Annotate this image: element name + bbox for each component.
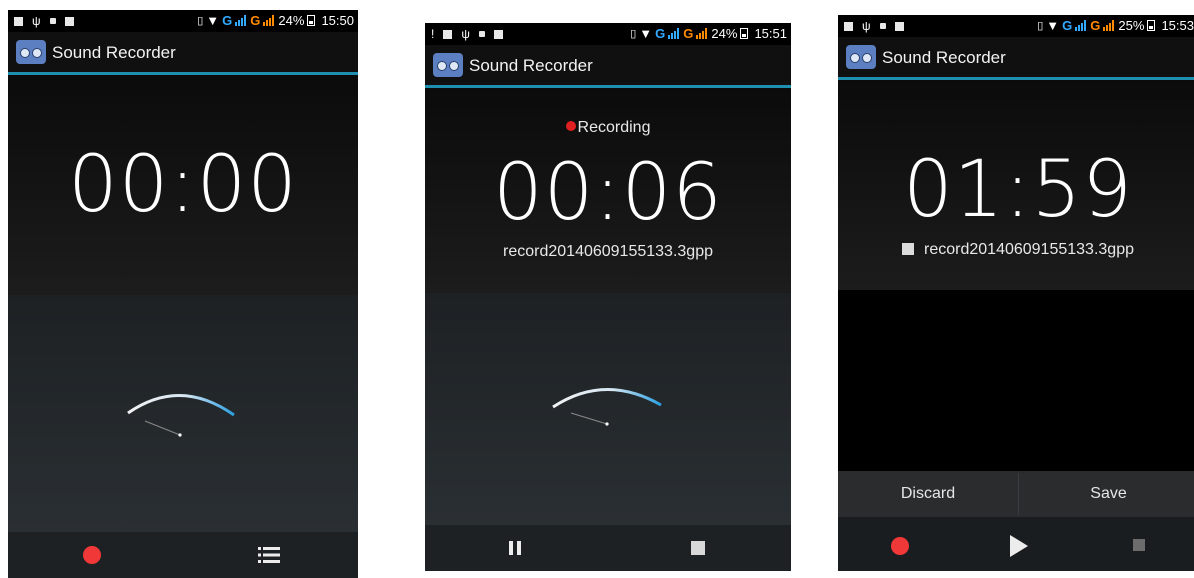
- network-type-icon: G: [222, 13, 233, 28]
- recording-indicator: Recording: [425, 119, 791, 137]
- alert-icon: !: [431, 27, 435, 41]
- discard-save-bar: Discard Save: [838, 471, 1194, 517]
- vu-meter-icon: [127, 394, 235, 437]
- discard-button[interactable]: Discard: [838, 471, 1018, 517]
- control-bar: [8, 532, 358, 578]
- app-title: Sound Recorder: [882, 48, 1006, 67]
- lock-icon: [478, 31, 485, 37]
- app-title: Sound Recorder: [52, 43, 176, 62]
- signal-icon: [1075, 20, 1087, 31]
- control-bar: [838, 517, 1194, 571]
- action-bar: Sound Recorder: [425, 45, 791, 88]
- app-icon[interactable]: [433, 53, 463, 77]
- network-type-icon: G: [1062, 18, 1073, 33]
- usb-icon: ψ: [32, 14, 41, 28]
- network-type-icon-2: G: [683, 26, 694, 41]
- app-icon[interactable]: [16, 40, 46, 64]
- sd-card-icon: [493, 29, 503, 39]
- lock-icon: [49, 18, 56, 24]
- recording-label: Recording: [577, 119, 651, 136]
- battery-icon: [1147, 20, 1156, 31]
- status-bar: ψ ▯ ▼ G G 25% 15:53: [838, 15, 1194, 37]
- usb-icon: ψ: [461, 27, 470, 41]
- lock-icon: [879, 23, 886, 29]
- list-icon[interactable]: [258, 546, 280, 564]
- empty-panel: [838, 290, 1194, 470]
- file-icon: [902, 243, 915, 255]
- screen-idle: ψ ▯ ▼ G G 24% 15:50 Sound Recorder 00:00: [8, 10, 358, 578]
- vibrate-icon: ▯: [1037, 20, 1044, 32]
- filename-label: record20140609155133.3gpp: [503, 243, 713, 260]
- timer-panel: 00:00: [8, 75, 358, 295]
- clock: 15:51: [754, 26, 787, 41]
- network-type-icon-2: G: [1090, 18, 1101, 33]
- picture-notification-icon: [844, 21, 853, 31]
- stop-button[interactable]: [1133, 539, 1145, 551]
- timer-display: 00:06: [493, 148, 723, 238]
- battery-percent: 24%: [278, 13, 305, 28]
- network-type-icon: G: [655, 26, 666, 41]
- action-bar: Sound Recorder: [838, 37, 1194, 80]
- app-title: Sound Recorder: [469, 56, 593, 75]
- clock: 15:50: [321, 13, 354, 28]
- picture-notification-icon: [443, 29, 453, 39]
- status-bar: ! ψ ▯ ▼ G G 24% 15:51: [425, 23, 791, 45]
- vibrate-icon: ▯: [197, 15, 204, 27]
- signal-icon: [235, 15, 247, 26]
- status-bar: ψ ▯ ▼ G G 24% 15:50: [8, 10, 358, 32]
- signal-icon: [668, 28, 680, 39]
- vibrate-icon: ▯: [630, 28, 637, 40]
- sd-card-icon: [64, 16, 74, 26]
- timer-panel: 01:59 record20140609155133.3gpp: [838, 80, 1194, 290]
- signal-icon-2: [696, 28, 708, 39]
- recording-dot-icon: [565, 121, 576, 131]
- record-button[interactable]: [891, 537, 909, 555]
- signal-icon-2: [1103, 20, 1115, 31]
- pause-icon[interactable]: [508, 541, 522, 555]
- stop-button[interactable]: [691, 541, 705, 555]
- usb-icon: ψ: [862, 19, 871, 33]
- wifi-icon: ▼: [639, 26, 653, 41]
- meter-panel: [8, 295, 358, 532]
- filename-row: record20140609155133.3gpp: [838, 241, 1194, 259]
- screen-recording: ! ψ ▯ ▼ G G 24% 15:51 Sound Recorder Rec…: [425, 23, 791, 571]
- timer-display: 00:00: [68, 140, 298, 230]
- control-bar: [425, 525, 791, 571]
- meter-panel: [425, 293, 791, 525]
- screen-finished: ψ ▯ ▼ G G 25% 15:53 Sound Recorder 01:59…: [838, 15, 1194, 571]
- wifi-icon: ▼: [1046, 18, 1060, 33]
- vu-meter-icon: [552, 388, 662, 426]
- app-icon[interactable]: [846, 45, 876, 69]
- record-button[interactable]: [83, 546, 101, 564]
- battery-percent: 25%: [1118, 18, 1145, 33]
- sd-card-icon: [894, 21, 904, 31]
- filename-label: record20140609155133.3gpp: [924, 241, 1134, 258]
- battery-icon: [307, 15, 316, 26]
- picture-notification-icon: [14, 16, 23, 26]
- wifi-icon: ▼: [206, 13, 220, 28]
- action-bar: Sound Recorder: [8, 32, 358, 75]
- timer-display: 01:59: [903, 145, 1133, 235]
- save-button[interactable]: Save: [1019, 471, 1194, 517]
- battery-icon: [740, 28, 749, 39]
- clock: 15:53: [1161, 18, 1194, 33]
- timer-panel: Recording 00:06 record20140609155133.3gp…: [425, 88, 791, 293]
- signal-icon-2: [263, 15, 275, 26]
- play-button[interactable]: [1010, 535, 1028, 557]
- battery-percent: 24%: [711, 26, 738, 41]
- network-type-icon-2: G: [250, 13, 261, 28]
